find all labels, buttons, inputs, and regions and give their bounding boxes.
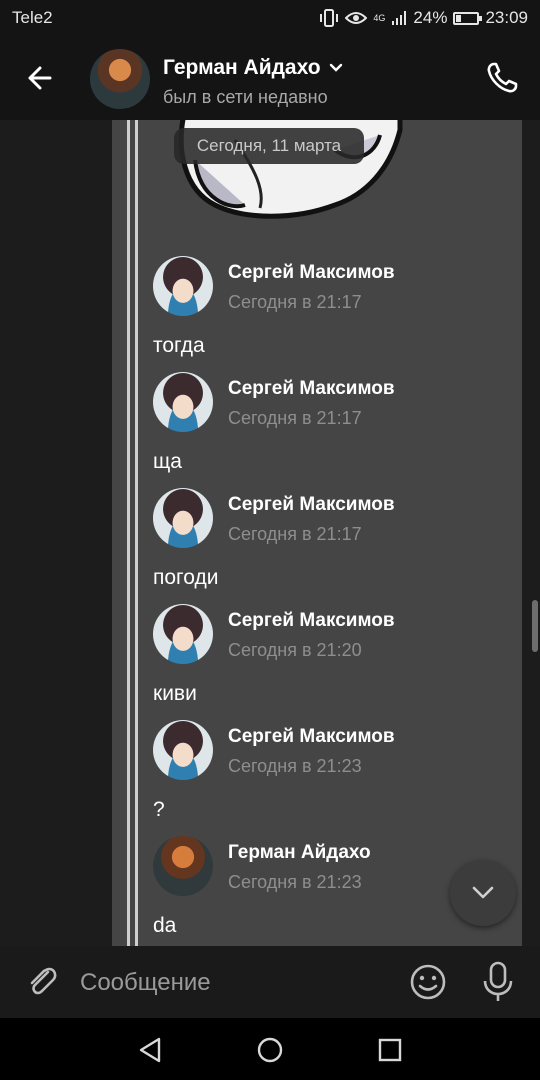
message-text: ща xyxy=(153,450,182,473)
message-author[interactable]: Герман Айдахо xyxy=(228,842,371,864)
message-input[interactable] xyxy=(78,960,392,1006)
network-type: 4G xyxy=(373,12,386,23)
message-author[interactable]: Сергей Максимов xyxy=(228,726,395,748)
message-time: Сегодня в 21:20 xyxy=(228,640,362,660)
phone-icon[interactable] xyxy=(482,58,522,98)
contact-title[interactable]: Герман Айдахо xyxy=(163,56,343,80)
scrollbar[interactable] xyxy=(532,600,538,652)
scroll-down-button[interactable] xyxy=(450,860,516,926)
eye-icon xyxy=(345,12,368,24)
avatar[interactable] xyxy=(90,49,150,109)
chat-area[interactable]: Сегодня, 11 марта Сергей Максимов Сегодн… xyxy=(0,120,540,946)
message-time: Сегодня в 21:23 xyxy=(228,756,362,776)
message-time: Сегодня в 21:17 xyxy=(228,408,362,428)
message-time: Сегодня в 21:17 xyxy=(228,524,362,544)
avatar[interactable] xyxy=(153,604,213,664)
chat-header: Герман Айдахо был в сети недавно xyxy=(0,36,540,120)
avatar[interactable] xyxy=(153,372,213,432)
navigation-bar xyxy=(0,1018,540,1080)
clock: 23:09 xyxy=(485,8,528,27)
message-author[interactable]: Сергей Максимов xyxy=(228,262,395,284)
message-author[interactable]: Сергей Максимов xyxy=(228,494,395,516)
contact-status: был в сети недавно xyxy=(163,87,328,107)
message-item[interactable]: Сергей Максимов Сегодня в 21:17 погоди xyxy=(153,488,513,604)
message-author[interactable]: Сергей Максимов xyxy=(228,378,395,400)
message-text: погоди xyxy=(153,566,219,589)
battery-fill xyxy=(456,14,461,22)
battery-percent: 24% xyxy=(413,8,448,27)
quote-rail xyxy=(127,120,130,946)
status-bar: Tele2 4G 24% 23:09 xyxy=(0,0,540,36)
paperclip-icon[interactable] xyxy=(22,962,62,1002)
message-item[interactable]: Сергей Максимов Сегодня в 21:17 ща xyxy=(153,372,513,488)
message-item[interactable]: Сергей Максимов Сегодня в 21:23 ? xyxy=(153,720,513,836)
avatar[interactable] xyxy=(153,488,213,548)
message-text: da xyxy=(153,914,177,937)
message-time: Сегодня в 21:17 xyxy=(228,292,362,312)
contact-name: Герман Айдахо xyxy=(163,56,321,79)
avatar[interactable] xyxy=(153,720,213,780)
date-pill: Сегодня, 11 марта xyxy=(174,128,364,164)
quote-rail xyxy=(135,120,138,946)
smiley-icon[interactable] xyxy=(408,962,448,1002)
signal-icon xyxy=(392,11,407,25)
message-text: киви xyxy=(153,682,197,705)
avatar[interactable] xyxy=(153,836,213,896)
nav-home-icon[interactable] xyxy=(254,1034,286,1066)
message-text: ? xyxy=(153,798,165,821)
vibrate-icon xyxy=(320,9,339,27)
nav-back-icon[interactable] xyxy=(135,1034,167,1066)
message-item[interactable]: Сергей Максимов Сегодня в 21:17 тогда xyxy=(153,256,513,372)
message-item[interactable]: Сергей Максимов Сегодня в 21:20 киви xyxy=(153,604,513,720)
microphone-icon[interactable] xyxy=(478,960,518,1004)
nav-recent-icon[interactable] xyxy=(374,1034,406,1066)
message-time: Сегодня в 21:23 xyxy=(228,872,362,892)
avatar[interactable] xyxy=(153,256,213,316)
message-text: тогда xyxy=(153,334,205,357)
carrier-label: Tele2 xyxy=(12,8,53,27)
arrow-left-icon[interactable] xyxy=(20,56,64,100)
message-author[interactable]: Сергей Максимов xyxy=(228,610,395,632)
chevron-down-icon xyxy=(472,886,494,899)
battery-icon xyxy=(453,11,483,25)
chevron-down-icon xyxy=(329,63,342,72)
message-composer xyxy=(0,946,540,1018)
